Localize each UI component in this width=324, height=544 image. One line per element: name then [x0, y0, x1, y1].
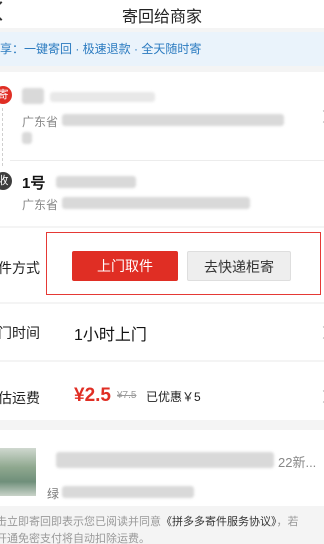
product-title-blurred: [56, 452, 274, 468]
divider: [10, 160, 324, 161]
service-agreement-link[interactable]: 《拼多多寄件服务协议》: [161, 516, 277, 528]
sender-address-blurred: [62, 114, 284, 126]
product-spec-prefix: 绿: [47, 487, 60, 501]
sender-address-line2-blurred: [22, 132, 32, 144]
shipping-method-card: 件方式 上门取件 去快递柜寄: [0, 228, 324, 302]
product-spec-blurred: [62, 486, 194, 498]
product-thumbnail: [0, 448, 36, 496]
top-bar: 寄回给商家: [0, 0, 324, 28]
fee-chevron-right-icon: [317, 390, 324, 403]
goods-item[interactable]: 22新... 绿: [0, 430, 324, 506]
product-title-suffix: 22新...: [278, 455, 317, 470]
sender-chevron-right-icon: [317, 110, 324, 123]
sender-phone-blurred: [50, 92, 155, 102]
sender-province: 广东省: [22, 115, 59, 129]
estimated-fee-label: 估运费: [0, 390, 40, 406]
fee-discount: 已优惠￥5: [146, 390, 201, 404]
page-title: 寄回给商家: [121, 9, 202, 26]
estimated-fee-row[interactable]: 估运费 ¥2.5 ¥7.5 已优惠￥5: [0, 362, 324, 420]
fee-original-price: ¥7.5: [117, 390, 137, 401]
pickup-time-row[interactable]: 门时间 1小时上门: [0, 304, 324, 360]
agreement-text-suffix: ，若: [276, 516, 299, 528]
agreement-text-line2: 开通免密支付将自动扣除运费。: [0, 533, 150, 544]
pickup-time-label: 门时间: [0, 325, 40, 341]
locker-dropoff-button[interactable]: 去快递柜寄: [187, 251, 291, 281]
fee-price: ¥2.5: [74, 385, 111, 406]
agreement-text: 击立即寄回即表示您已阅读并同意: [0, 516, 161, 528]
sender-name-blurred: [22, 88, 44, 104]
receiver-address-blurred: [62, 197, 250, 209]
service-notice-banner: 享：一键寄回 · 极速退款 · 全天随时寄: [0, 32, 324, 66]
pickup-time-value: 1小时上门: [74, 327, 147, 344]
receiver-name: 1号: [22, 175, 46, 192]
address-connector-line: [2, 108, 3, 166]
pickup-time-chevron-right-icon: [317, 326, 324, 339]
address-card: 寄 广东省 收 1号 广东省: [0, 72, 324, 226]
receiver-phone-blurred: [56, 176, 136, 188]
door-pickup-button[interactable]: 上门取件: [72, 251, 178, 281]
agreement-notice: 击立即寄回即表示您已阅读并同意《拼多多寄件服务协议》，若 开通免密支付将自动扣除…: [0, 514, 324, 544]
receiver-province: 广东省: [22, 198, 59, 212]
receiver-badge: 收: [0, 172, 12, 190]
sender-badge: 寄: [0, 86, 12, 104]
shipping-method-label: 件方式: [0, 260, 40, 276]
